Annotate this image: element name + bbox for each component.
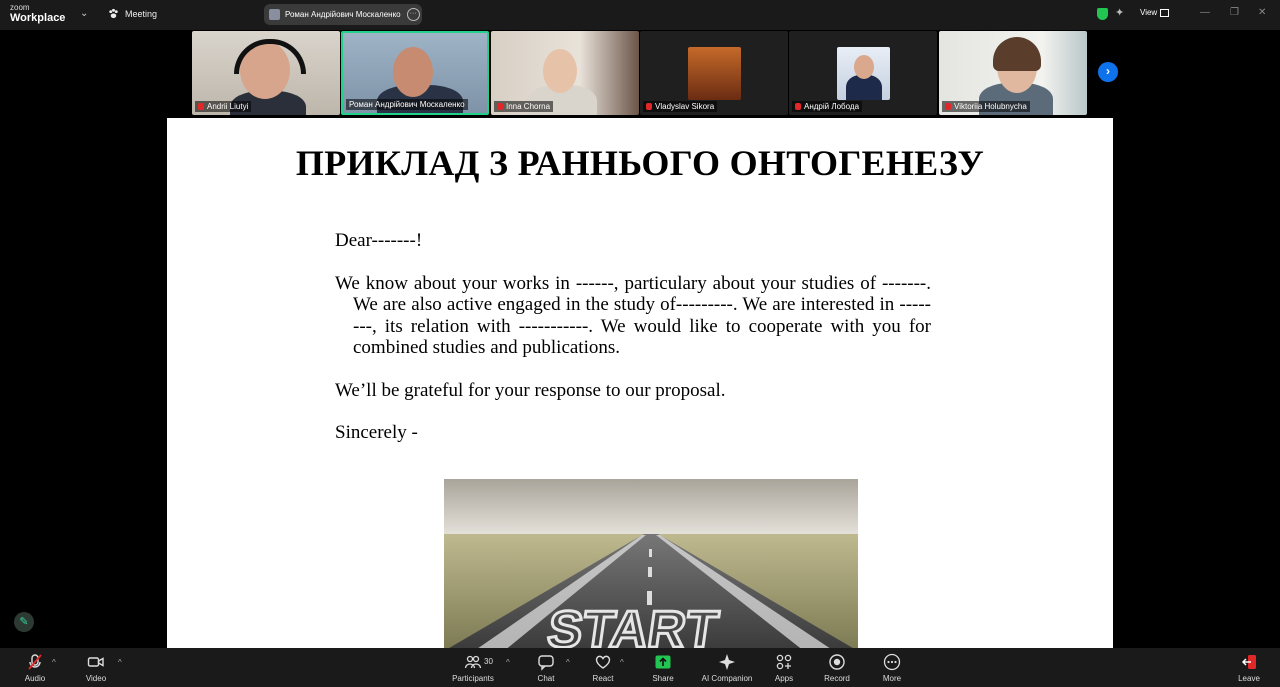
leave-button[interactable]: Leave — [1219, 653, 1279, 683]
letter-greeting: Dear-------! — [335, 230, 423, 251]
active-speaker-name: Роман Андрійович Москаленко — [285, 10, 401, 19]
meeting-toolbar: Audio ^ Video ^ Participants 30 ^ Chat ^… — [0, 648, 1280, 687]
participant-nametag: Андрій Лобода — [792, 101, 863, 112]
participant-tile[interactable]: Andrii Liutyi — [192, 31, 340, 115]
minimize-icon[interactable]: — — [1200, 7, 1210, 18]
letter-signoff: Sincerely - — [335, 422, 418, 443]
logo-top-text: zoom — [10, 3, 30, 12]
participant-tile[interactable]: Viktoriia Holubnycha — [939, 31, 1087, 115]
leave-icon — [1241, 655, 1256, 669]
letter-text: Dear-------! We know about your works in… — [335, 230, 931, 444]
participant-tile[interactable]: Vladyslav Sikora — [640, 31, 788, 115]
letter-body: We know about your works in ------, part… — [335, 272, 931, 359]
react-button[interactable]: React — [573, 653, 633, 683]
audio-options-caret-icon[interactable]: ^ — [52, 658, 56, 667]
participants-button[interactable]: Participants — [443, 653, 503, 683]
video-button[interactable]: Video — [66, 653, 126, 683]
video-options-caret-icon[interactable]: ^ — [118, 658, 122, 667]
record-button[interactable]: Record — [807, 653, 867, 683]
grid-view-icon — [1160, 8, 1170, 17]
participant-nametag: Viktoriia Holubnycha — [942, 101, 1030, 112]
participants-icon — [464, 655, 482, 669]
chevron-right-icon[interactable]: › — [1098, 62, 1118, 82]
meeting-info-button[interactable]: Meeting — [108, 8, 157, 19]
react-options-caret-icon[interactable]: ^ — [620, 658, 624, 667]
participant-tile[interactable]: Андрій Лобода — [789, 31, 937, 115]
zoom-workplace-logo: zoom Workplace — [10, 4, 65, 24]
audio-button[interactable]: Audio — [5, 653, 65, 683]
more-icon — [883, 653, 901, 671]
title-bar: zoom Workplace ⌄ Meeting Роман Андрійови… — [0, 0, 1280, 30]
view-button[interactable]: View — [1140, 8, 1170, 17]
restore-icon[interactable]: ❐ — [1230, 7, 1239, 18]
microphone-off-icon — [198, 103, 204, 110]
pencil-icon[interactable]: ✎ — [14, 612, 34, 632]
more-button[interactable]: More — [862, 653, 922, 683]
more-options-icon[interactable]: ··· — [406, 8, 420, 21]
active-speaker-pill[interactable]: Роман Андрійович Москаленко ··· — [264, 4, 422, 25]
shield-icon[interactable] — [1097, 8, 1108, 20]
ai-companion-button[interactable]: AI Companion — [697, 653, 757, 683]
chat-options-caret-icon[interactable]: ^ — [566, 658, 570, 667]
avatar — [269, 9, 280, 20]
participant-tile-active[interactable]: Роман Андрійович Москаленко — [341, 31, 489, 115]
video-camera-icon — [87, 657, 104, 667]
paw-icon — [109, 8, 118, 19]
heart-icon — [595, 655, 611, 669]
view-label: View — [1140, 8, 1158, 17]
shared-screen-slide: ПРИКЛАД З РАННЬОГО ОНТОГЕНЕЗУ Dear------… — [167, 118, 1113, 648]
microphone-off-icon — [945, 103, 951, 110]
participant-nametag: Inna Chorna — [494, 101, 554, 112]
microphone-off-icon — [646, 103, 652, 110]
ai-sparkle-icon — [719, 654, 735, 670]
participant-nametag: Роман Андрійович Москаленко — [346, 99, 468, 110]
app-menu-chevron-icon[interactable]: ⌄ — [80, 8, 88, 19]
logo-bottom-text: Workplace — [10, 12, 66, 24]
share-button[interactable]: Share — [633, 653, 693, 683]
participant-tile[interactable]: Inna Chorna — [491, 31, 639, 115]
close-icon[interactable]: ✕ — [1258, 7, 1266, 18]
apps-icon — [776, 654, 792, 670]
road-start-text: START — [544, 601, 722, 648]
slide-title: ПРИКЛАД З РАННЬОГО ОНТОГЕНЕЗУ — [295, 143, 985, 183]
share-screen-icon — [655, 655, 671, 669]
participant-nametag: Andrii Liutyi — [195, 101, 252, 112]
microphone-off-icon — [28, 654, 42, 670]
participants-options-caret-icon[interactable]: ^ — [506, 658, 510, 667]
apps-button[interactable]: Apps — [754, 653, 814, 683]
avatar — [688, 47, 741, 100]
microphone-off-icon — [795, 103, 801, 110]
participant-nametag: Vladyslav Sikora — [643, 101, 718, 112]
road-start-image: START — [444, 479, 858, 648]
chat-icon — [538, 655, 554, 671]
participants-count: 30 — [484, 657, 493, 666]
record-icon — [829, 654, 845, 670]
sparkle-icon[interactable]: ✦ — [1115, 6, 1124, 19]
meeting-label: Meeting — [125, 8, 158, 19]
letter-closing: We’ll be grateful for your response to o… — [335, 379, 726, 401]
microphone-off-icon — [497, 103, 503, 110]
avatar — [837, 47, 890, 100]
